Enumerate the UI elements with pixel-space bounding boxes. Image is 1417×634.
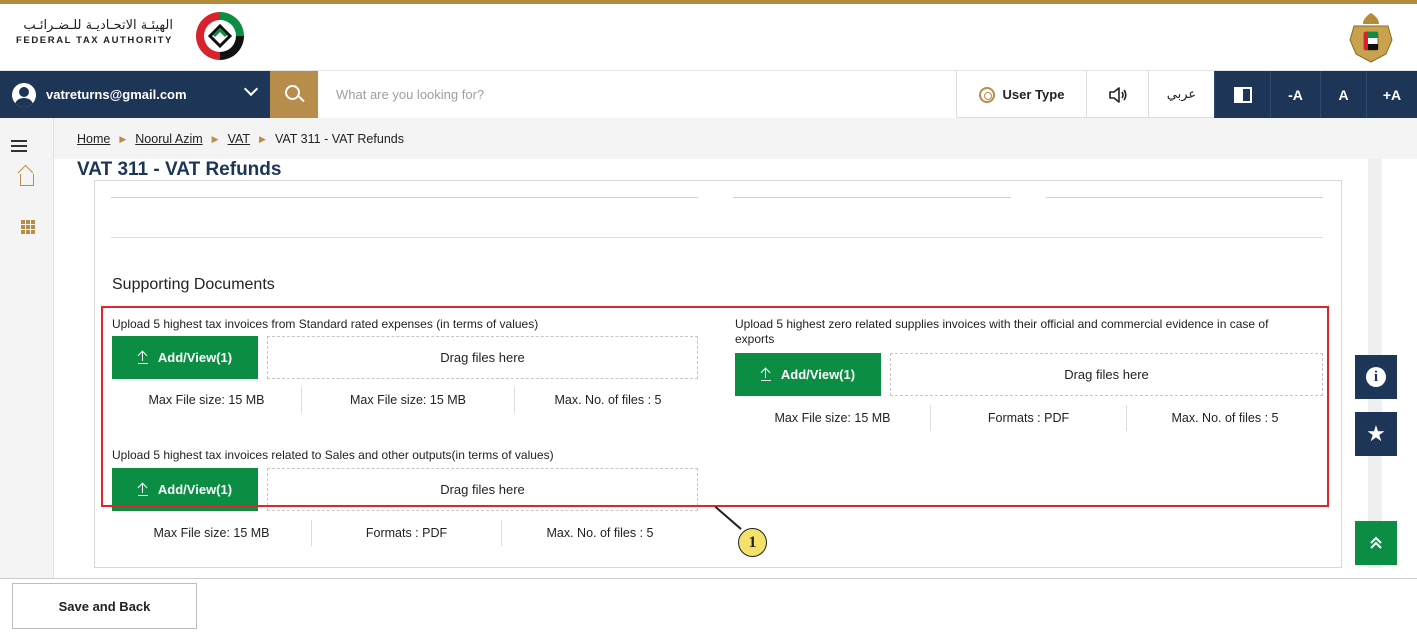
- gear-icon: [978, 86, 995, 103]
- search-icon: [284, 85, 300, 100]
- font-normal-button[interactable]: A: [1320, 71, 1366, 118]
- annotation-highlight-box: [101, 306, 1329, 507]
- file-formats: Formats : PDF: [312, 520, 502, 546]
- contrast-icon: [1233, 86, 1252, 103]
- breadcrumb-home[interactable]: Home: [77, 132, 110, 146]
- max-file-count: Max. No. of files : 5: [546, 526, 654, 540]
- search-input[interactable]: [318, 71, 956, 118]
- menu-icon[interactable]: [11, 140, 27, 152]
- logo-text: الهيئـة الاتحـاديـة للـضـرائـب FEDERAL T…: [16, 18, 173, 46]
- breadcrumb: Home ▶ Noorul Azim ▶ VAT ▶ VAT 311 - VAT…: [77, 132, 404, 146]
- audio-button[interactable]: [1086, 71, 1148, 118]
- breadcrumb-separator-icon: ▶: [119, 133, 127, 144]
- section-divider: [111, 237, 1323, 238]
- user-type-label: User Type: [1002, 87, 1065, 102]
- page-title: VAT 311 - VAT Refunds: [77, 159, 282, 180]
- user-avatar-icon: [12, 82, 36, 107]
- save-and-back-button[interactable]: Save and Back: [12, 583, 197, 629]
- home-icon[interactable]: [20, 174, 34, 186]
- breadcrumb-separator-icon: ▶: [259, 133, 266, 144]
- font-decrease-button[interactable]: -A: [1270, 71, 1320, 118]
- breadcrumb-vat[interactable]: VAT: [228, 132, 250, 146]
- search-button[interactable]: [270, 71, 318, 118]
- org-name-english: FEDERAL TAX AUTHORITY: [16, 35, 173, 46]
- side-rail: [0, 118, 54, 578]
- fta-logo-icon[interactable]: [192, 8, 248, 64]
- chevron-down-icon[interactable]: [243, 81, 259, 97]
- breadcrumb-user[interactable]: Noorul Azim: [135, 132, 202, 146]
- favorite-button[interactable]: ★: [1355, 412, 1397, 456]
- speaker-icon: [1108, 86, 1127, 103]
- info-icon: i: [1366, 367, 1386, 387]
- upload-constraints: Max File size: 15 MB Formats : PDF Max. …: [112, 520, 698, 546]
- user-email: vatreturns@gmail.com: [46, 87, 187, 102]
- field-underline: [1046, 197, 1323, 198]
- footer-bar: Save and Back: [0, 578, 1417, 634]
- star-icon: ★: [1366, 421, 1386, 446]
- top-navbar: vatreturns@gmail.com User Type عربي -A A…: [0, 71, 1417, 118]
- breadcrumb-bar: Home ▶ Noorul Azim ▶ VAT ▶ VAT 311 - VAT…: [54, 118, 1417, 159]
- double-chevron-up-icon: [1370, 536, 1382, 549]
- section-title: Supporting Documents: [112, 276, 275, 293]
- user-type-button[interactable]: User Type: [956, 71, 1086, 118]
- breadcrumb-separator-icon: ▶: [211, 133, 219, 144]
- field-underline: [111, 197, 698, 198]
- breadcrumb-current: VAT 311 - VAT Refunds: [274, 132, 404, 146]
- uae-emblem-icon: [1349, 13, 1393, 63]
- annotation-callout: 1: [738, 528, 767, 557]
- user-menu[interactable]: vatreturns@gmail.com: [0, 71, 270, 118]
- site-header: الهيئـة الاتحـاديـة للـضـرائـب FEDERAL T…: [0, 4, 1417, 71]
- language-toggle[interactable]: عربي: [1148, 71, 1214, 118]
- scroll-top-button[interactable]: [1355, 521, 1397, 565]
- field-underline: [733, 197, 1011, 198]
- info-button[interactable]: i: [1355, 355, 1397, 399]
- org-name-arabic: الهيئـة الاتحـاديـة للـضـرائـب: [23, 18, 173, 33]
- font-increase-button[interactable]: +A: [1366, 71, 1417, 118]
- contrast-button[interactable]: [1214, 71, 1270, 118]
- apps-grid-icon[interactable]: [21, 220, 35, 234]
- max-file-size: Max File size: 15 MB: [112, 520, 312, 546]
